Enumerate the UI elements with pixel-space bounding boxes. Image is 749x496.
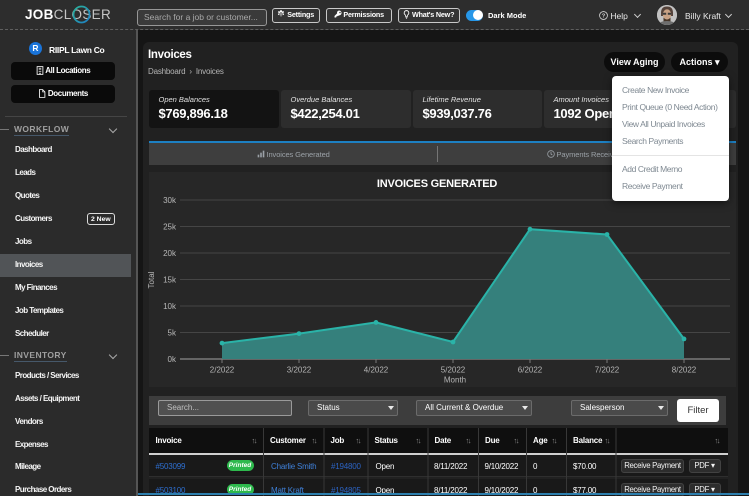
svg-text:30k: 30k (163, 196, 177, 205)
svg-text:5k: 5k (168, 329, 177, 338)
svg-text:0k: 0k (168, 355, 177, 364)
svg-text:25k: 25k (163, 223, 177, 232)
svg-text:5/2022: 5/2022 (441, 366, 466, 375)
svg-text:Total: Total (147, 271, 156, 288)
svg-text:4/2022: 4/2022 (364, 366, 389, 375)
svg-text:15k: 15k (163, 276, 177, 285)
svg-text:INVOICES GENERATED: INVOICES GENERATED (377, 178, 498, 190)
svg-text:2/2022: 2/2022 (210, 366, 235, 375)
svg-text:20k: 20k (163, 249, 177, 258)
svg-text:?: ? (602, 13, 606, 19)
svg-text:Month: Month (444, 376, 466, 385)
svg-text:7/2022: 7/2022 (595, 366, 620, 375)
svg-text:6/2022: 6/2022 (518, 366, 543, 375)
svg-text:8/2022: 8/2022 (672, 366, 697, 375)
svg-text:10k: 10k (163, 302, 177, 311)
svg-text:3/2022: 3/2022 (287, 366, 312, 375)
